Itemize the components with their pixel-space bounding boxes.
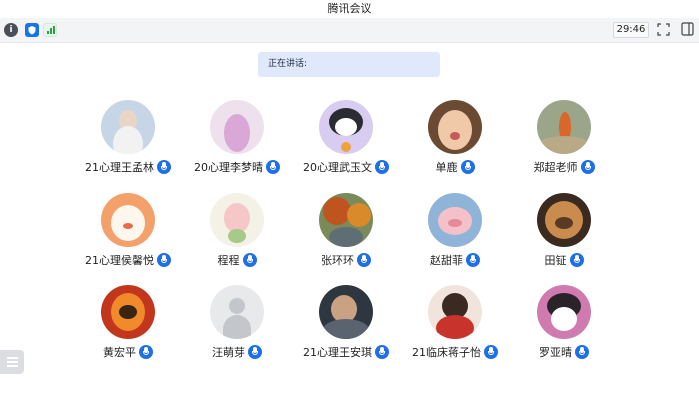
- mic-icon[interactable]: [266, 160, 280, 174]
- participant-name: 黄宏平: [103, 346, 136, 359]
- mic-icon[interactable]: [460, 160, 475, 174]
- participant-tile[interactable]: 21心理王安琪: [286, 285, 406, 365]
- participant-name: 21心理侯馨悦: [85, 254, 154, 267]
- participant-name: 21心理王安琪: [303, 346, 372, 359]
- mic-icon[interactable]: [248, 345, 262, 359]
- participant-tile[interactable]: 罗亚晴: [504, 285, 624, 365]
- avatar: [537, 193, 591, 247]
- avatar: [210, 193, 264, 247]
- participant-name: 程程: [217, 254, 240, 267]
- participant-name: 21心理王孟林: [85, 161, 154, 174]
- participant-name: 郑超老师: [533, 161, 578, 174]
- participant-name: 20心理武玉文: [303, 161, 372, 174]
- participant-name: 赵甜菲: [430, 254, 463, 267]
- participant-name: 20心理李梦晴: [194, 161, 263, 174]
- mic-icon[interactable]: [242, 253, 257, 267]
- mic-icon[interactable]: [357, 253, 371, 267]
- mic-icon[interactable]: [575, 345, 589, 359]
- participant-name: 罗亚晴: [539, 346, 572, 359]
- participant-tile[interactable]: 21临床蒋子怡: [395, 285, 515, 365]
- avatar: [319, 285, 373, 339]
- participant-tile[interactable]: 田钲: [504, 193, 624, 273]
- mic-icon[interactable]: [466, 253, 480, 267]
- participant-name: 21临床蒋子怡: [412, 346, 481, 359]
- avatar: [101, 285, 155, 339]
- avatar: [428, 100, 482, 154]
- participant-name: 汪萌芽: [212, 346, 245, 359]
- participant-tile[interactable]: 黄宏平: [68, 285, 188, 365]
- avatar: [210, 100, 264, 154]
- mic-icon[interactable]: [375, 345, 389, 359]
- participant-tile[interactable]: 20心理武玉文: [286, 100, 406, 180]
- avatar: [319, 100, 373, 154]
- participant-name: 田钲: [544, 254, 567, 267]
- participant-tile[interactable]: 张环环: [286, 193, 406, 273]
- avatar: [537, 285, 591, 339]
- participant-tile[interactable]: 单鹿: [395, 100, 515, 180]
- participant-tile[interactable]: 郑超老师: [504, 100, 624, 180]
- avatar: [319, 193, 373, 247]
- participant-tile[interactable]: 汪萌芽: [177, 285, 297, 365]
- avatar: [101, 193, 155, 247]
- participant-tile[interactable]: 21心理王孟林: [68, 100, 188, 180]
- mic-icon[interactable]: [580, 160, 595, 174]
- mic-icon[interactable]: [157, 160, 171, 174]
- mic-icon[interactable]: [375, 160, 389, 174]
- avatar: [210, 285, 264, 339]
- mic-icon[interactable]: [569, 253, 584, 267]
- avatar: [537, 100, 591, 154]
- participant-name: 单鹿: [435, 161, 458, 174]
- mic-icon[interactable]: [484, 345, 498, 359]
- avatar: [428, 193, 482, 247]
- participant-tile[interactable]: 20心理李梦晴: [177, 100, 297, 180]
- avatar: [101, 100, 155, 154]
- participant-tile[interactable]: 程程: [177, 193, 297, 273]
- participant-grid: 21心理王孟林 20心理李梦晴 20心理武玉文 单鹿 郑超老师 21心理侯馨悦 …: [0, 0, 699, 402]
- participant-tile[interactable]: 21心理侯馨悦: [68, 193, 188, 273]
- avatar: [428, 285, 482, 339]
- list-menu-icon[interactable]: [0, 350, 24, 374]
- participant-tile[interactable]: 赵甜菲: [395, 193, 515, 273]
- participant-name: 张环环: [321, 254, 354, 267]
- mic-icon[interactable]: [157, 253, 171, 267]
- mic-icon[interactable]: [139, 345, 153, 359]
